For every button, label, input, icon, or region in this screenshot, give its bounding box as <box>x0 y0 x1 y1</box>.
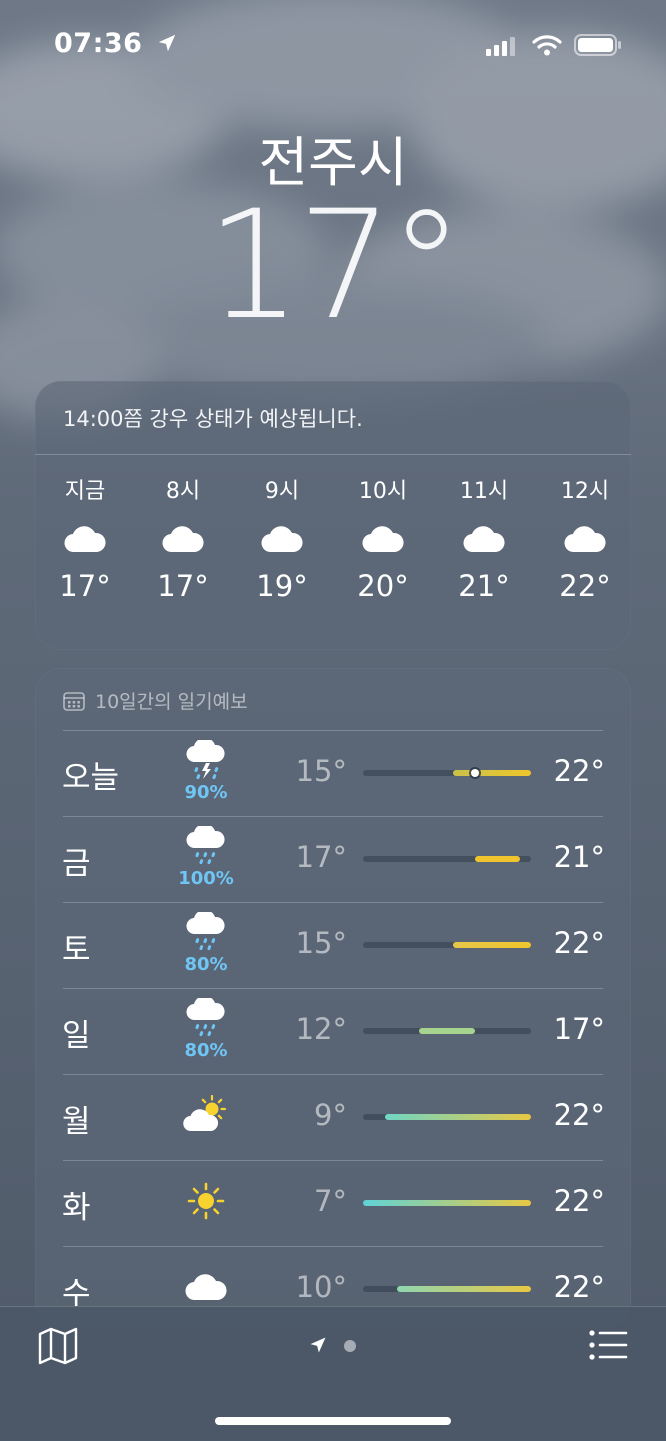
hourly-time: 지금 <box>64 479 106 504</box>
ten-day-title: 10일간의 일기예보 <box>95 691 248 713</box>
battery-icon <box>574 34 621 56</box>
precip-chance: 90% <box>184 782 228 803</box>
list-icon[interactable] <box>588 1329 628 1361</box>
low-temp: 15° <box>295 926 347 960</box>
daily-row[interactable]: 월 9° 22° <box>35 1074 631 1160</box>
high-temp: 17° <box>553 1012 605 1046</box>
wifi-icon <box>532 35 562 56</box>
temp-range-fill <box>452 942 531 948</box>
high-temp: 22° <box>553 1098 605 1132</box>
temp-range-bar <box>363 1200 531 1206</box>
status-time: 07:36 <box>54 28 178 59</box>
low-temp: 10° <box>295 1270 347 1304</box>
hourly-item: 8시 17° <box>133 475 233 603</box>
precip-chance: 80% <box>184 1040 228 1061</box>
thunderstorm-icon <box>184 737 228 784</box>
daily-row[interactable]: 화 7° 22° <box>35 1160 631 1246</box>
day-label: 일 <box>62 1018 91 1054</box>
hourly-temp: 20° <box>357 569 409 603</box>
day-label: 토 <box>62 932 91 968</box>
precip-chance: 100% <box>178 868 234 889</box>
hourly-temp: 21° <box>458 569 510 603</box>
hourly-time: 9시 <box>264 479 300 504</box>
low-temp: 17° <box>295 840 347 874</box>
hourly-time: 8시 <box>165 479 201 504</box>
hourly-temp: 17° <box>59 569 111 603</box>
location-services-icon <box>159 34 176 52</box>
current-temperature: 17° <box>206 179 464 353</box>
low-temp: 12° <box>295 1012 347 1046</box>
temp-range-bar <box>363 856 531 862</box>
day-label: 금 <box>62 846 91 882</box>
hourly-item: 지금 17° <box>35 475 135 603</box>
temp-range-bar <box>363 1028 531 1034</box>
temp-range-fill <box>419 1028 475 1034</box>
temp-range-bar <box>363 769 531 777</box>
sun-icon <box>186 1181 226 1225</box>
cloud-icon <box>133 509 233 569</box>
day-label: 월 <box>62 1104 91 1140</box>
daily-row[interactable]: 일 80% 12° 17° <box>35 988 631 1074</box>
high-temp: 22° <box>553 1270 605 1304</box>
temp-range-fill <box>475 856 520 862</box>
divider <box>35 454 631 455</box>
rain-icon <box>184 823 228 870</box>
day-label: 오늘 <box>62 760 120 796</box>
cloud-icon <box>35 509 135 569</box>
temp-range-bar <box>363 1286 531 1292</box>
hourly-temp: 19° <box>256 569 308 603</box>
location-arrow-icon[interactable] <box>308 1335 328 1355</box>
rain-icon <box>184 995 228 1042</box>
rain-icon <box>184 909 228 956</box>
cloud-icon <box>232 509 332 569</box>
cloud-icon <box>184 1272 228 1306</box>
high-temp: 21° <box>553 840 605 874</box>
low-temp: 9° <box>314 1098 347 1132</box>
cellular-signal-icon <box>486 37 515 56</box>
temp-range-bar <box>363 942 531 948</box>
daily-row[interactable]: 오늘 90% 15° 22° <box>35 730 631 816</box>
cloud-icon <box>535 509 635 569</box>
temp-range-bar <box>363 1114 531 1120</box>
hourly-item: 12시 22° <box>535 475 635 603</box>
high-temp: 22° <box>553 754 605 788</box>
high-temp: 22° <box>553 1184 605 1218</box>
hourly-temp: 22° <box>559 569 611 603</box>
hourly-time: 11시 <box>459 479 509 504</box>
partly-sunny-icon <box>182 1094 230 1139</box>
hourly-time: 12시 <box>560 479 610 504</box>
daily-row[interactable]: 토 80% 15° 22° <box>35 902 631 988</box>
map-icon[interactable] <box>38 1327 78 1365</box>
hourly-item: 10시 20° <box>333 475 433 603</box>
low-temp: 15° <box>295 754 347 788</box>
cloud-icon <box>333 509 433 569</box>
high-temp: 22° <box>553 926 605 960</box>
hourly-time: 10시 <box>358 479 408 504</box>
status-time-text: 07:36 <box>54 28 143 59</box>
temp-range-fill <box>363 1200 531 1206</box>
ten-day-forecast-card[interactable]: 10일간의 일기예보 오늘 90% 15° 22° 금 100% 17° 21° 토 80% 15°… <box>35 668 631 1328</box>
daily-row[interactable]: 금 100% 17° 21° <box>35 816 631 902</box>
temp-range-fill <box>396 1286 531 1292</box>
bottom-toolbar <box>0 1306 666 1441</box>
calendar-icon <box>63 691 85 711</box>
current-temp-dot <box>471 769 479 777</box>
hourly-item: 9시 19° <box>232 475 332 603</box>
ten-day-header: 10일간의 일기예보 <box>63 687 248 714</box>
hourly-temp: 17° <box>157 569 209 603</box>
temp-range-fill <box>385 1114 531 1120</box>
home-indicator[interactable] <box>215 1417 451 1425</box>
precip-chance: 80% <box>184 954 228 975</box>
page-indicator-dot[interactable] <box>344 1340 356 1352</box>
hourly-item: 11시 21° <box>434 475 534 603</box>
hourly-forecast-card[interactable]: 14:00쯤 강우 상태가 예상됩니다. 지금 17° 8시 17° 9시 19° 10시 2… <box>35 381 631 650</box>
low-temp: 7° <box>314 1184 347 1218</box>
hourly-summary: 14:00쯤 강우 상태가 예상됩니다. <box>63 407 363 431</box>
cloud-icon <box>434 509 534 569</box>
day-label: 화 <box>62 1190 91 1226</box>
hourly-list[interactable]: 지금 17° 8시 17° 9시 19° 10시 20° 11시 21° 12시 22° <box>35 475 631 625</box>
temp-range-fill <box>452 770 531 776</box>
